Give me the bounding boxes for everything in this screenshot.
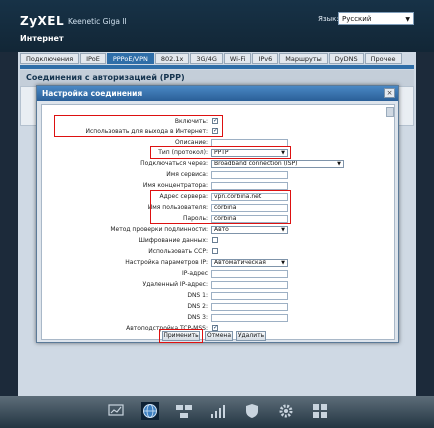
- page-title: Интернет: [20, 34, 64, 43]
- close-button[interactable]: ×: [384, 88, 395, 98]
- concentrator-name-input[interactable]: [211, 182, 288, 190]
- chevron-down-icon: ▼: [281, 260, 285, 266]
- auth-method-label: Метод проверки подлинности:: [110, 226, 208, 233]
- tab-routes[interactable]: Маршруты: [279, 53, 328, 64]
- language-select[interactable]: Русский ▼: [338, 12, 414, 25]
- highlight-protocol: [150, 146, 291, 159]
- highlight-apply: [159, 329, 203, 343]
- language-label: Язык:: [318, 15, 339, 23]
- top-bar: ZyXEL Keenetic Giga II Язык: Русский ▼ И…: [0, 0, 434, 52]
- delete-button[interactable]: Удалить: [236, 331, 266, 341]
- signal-icon[interactable]: [209, 402, 227, 420]
- globe-icon[interactable]: [141, 402, 159, 420]
- concentrator-name-label: Имя концентратора:: [142, 182, 208, 189]
- ip-settings-label: Настройка параметров IP:: [125, 259, 208, 266]
- tab-3g-4g[interactable]: 3G/4G: [190, 53, 223, 64]
- ip-address-label: IP-адрес: [181, 270, 208, 277]
- language-value: Русский: [342, 15, 372, 23]
- auth-method-value: Авто: [214, 226, 229, 233]
- dns1-input[interactable]: [211, 292, 288, 300]
- router-admin-page: ZyXEL Keenetic Giga II Язык: Русский ▼ И…: [0, 0, 434, 428]
- auth-method-select[interactable]: Авто ▼: [211, 226, 288, 234]
- close-icon: ×: [386, 89, 393, 97]
- scrollbar[interactable]: [386, 107, 394, 117]
- tab-connections[interactable]: Подключения: [20, 53, 80, 64]
- apps-grid-icon[interactable]: [311, 402, 329, 420]
- chevron-down-icon: ▼: [281, 227, 285, 233]
- encryption-label: Шифрование данных:: [138, 237, 208, 244]
- ip-settings-select[interactable]: Автоматическая ▼: [211, 259, 288, 267]
- tab-ipoe[interactable]: IPoE: [80, 53, 106, 64]
- brand-logo: ZyXEL: [20, 14, 65, 28]
- remote-ip-label: Удаленный IP-адрес:: [142, 281, 208, 288]
- connection-settings-dialog: Настройка соединения × Включить: ✓ Испол…: [36, 85, 399, 343]
- dialog-header: Настройка соединения ×: [37, 86, 398, 101]
- dns1-label: DNS 1:: [187, 292, 208, 299]
- dialog-title: Настройка соединения: [42, 89, 143, 98]
- tab-ipv6[interactable]: IPv6: [252, 53, 279, 64]
- dns3-input[interactable]: [211, 314, 288, 322]
- use-ccp-checkbox[interactable]: [212, 248, 218, 254]
- cancel-button[interactable]: Отмена: [205, 331, 233, 341]
- ip-settings-value: Автоматическая: [214, 259, 266, 266]
- tab-bar: Подключения IPoE PPPoE/VPN 802.1x 3G/4G …: [20, 53, 402, 65]
- ppp-panel-header: Соединения с авторизацией (PPP): [20, 70, 414, 86]
- dns2-label: DNS 2:: [187, 303, 208, 310]
- network-icon[interactable]: [175, 402, 193, 420]
- tab-wifi[interactable]: Wi-Fi: [223, 53, 252, 64]
- connect-via-value: Broadband connection (ISP): [214, 160, 298, 167]
- ip-address-input[interactable]: [211, 270, 288, 278]
- chevron-down-icon: ▼: [405, 16, 410, 23]
- dialog-body: Включить: ✓ Использовать для выхода в Ин…: [41, 104, 395, 340]
- tab-underline: [20, 65, 414, 69]
- ppp-panel-title: Соединения с авторизацией (PPP): [26, 73, 185, 82]
- monitor-icon[interactable]: [107, 402, 125, 420]
- dns2-input[interactable]: [211, 303, 288, 311]
- model-name: Keenetic Giga II: [68, 17, 127, 26]
- service-name-label: Имя сервиса:: [166, 171, 208, 178]
- bottom-taskbar: [0, 396, 434, 428]
- tab-dydns[interactable]: DyDNS: [328, 53, 364, 64]
- service-name-input[interactable]: [211, 171, 288, 179]
- connect-via-select[interactable]: Broadband connection (ISP) ▼: [211, 160, 344, 168]
- shield-icon[interactable]: [243, 402, 261, 420]
- tab-other[interactable]: Прочее: [364, 53, 402, 64]
- remote-ip-input[interactable]: [211, 281, 288, 289]
- connect-via-label: Подключаться через:: [140, 160, 208, 167]
- use-ccp-label: Использовать CCP:: [148, 248, 208, 255]
- dns3-label: DNS 3:: [187, 314, 208, 321]
- gear-icon[interactable]: [277, 402, 295, 420]
- description-label: Описание:: [174, 139, 208, 146]
- encryption-checkbox[interactable]: [212, 237, 218, 243]
- tab-pppoe-vpn[interactable]: PPPoE/VPN: [106, 53, 154, 64]
- highlight-enable: [54, 115, 223, 137]
- chevron-down-icon: ▼: [337, 161, 341, 167]
- highlight-credentials: [150, 190, 291, 224]
- tab-8021x[interactable]: 802.1x: [154, 53, 190, 64]
